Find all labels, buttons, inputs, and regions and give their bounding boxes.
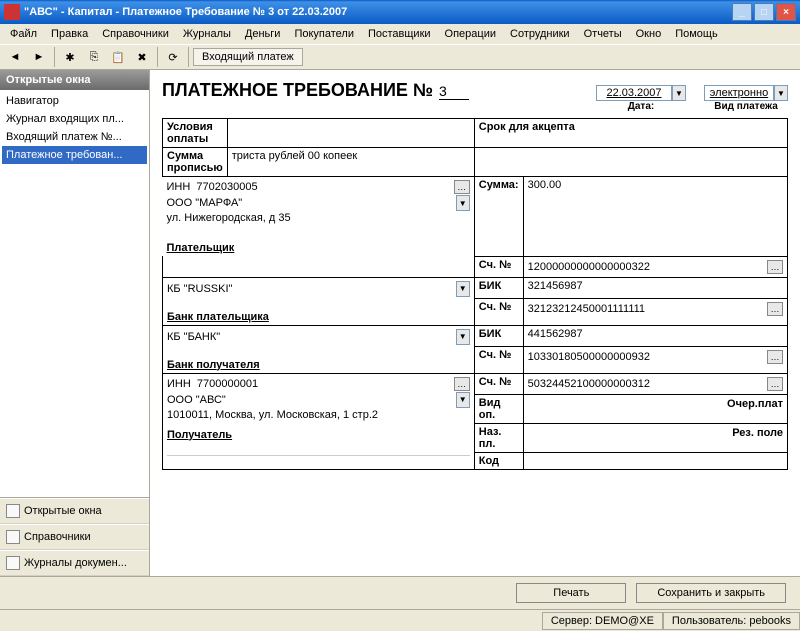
sumwords-label: Сумма прописью [163,148,228,177]
payer-addr: ул. Нижегородская, д 35 [167,212,470,224]
nav-refs[interactable]: Справочники [0,524,149,550]
date-input[interactable]: 22.03.2007 [596,85,672,101]
payer-name: ООО "МАРФА" [167,197,243,209]
payer-bank-acc-lookup[interactable]: … [767,302,783,316]
doc-title: ПЛАТЕЖНОЕ ТРЕБОВАНИЕ № [162,80,433,101]
tb-fwd[interactable]: ► [28,46,50,68]
recv-bank: КБ "БАНК" [167,331,220,343]
cond-value[interactable] [227,119,474,148]
open-windows-list: Навигатор Журнал входящих пл... Входящий… [0,90,149,497]
cond-label: Условия оплаты [163,119,228,148]
menu-operations[interactable]: Операции [439,26,502,42]
date-label: Дата: [596,101,686,112]
recv-addr: 1010011, Москва, ул. Московская, 1 стр.2 [167,409,470,421]
recv-bank-dropdown[interactable]: ▼ [456,329,470,345]
recv-dropdown[interactable]: ▼ [456,392,470,408]
tb-copy[interactable]: ⎘ [83,46,105,68]
nav-open-windows[interactable]: Открытые окна [0,498,149,524]
recv-lookup[interactable]: … [454,377,470,391]
paytype-dropdown[interactable]: ▼ [774,85,788,101]
menu-refs[interactable]: Справочники [96,26,175,42]
recv-section: Получатель [167,429,470,441]
purpose-input[interactable] [167,443,470,456]
payer-dropdown[interactable]: ▼ [456,195,470,211]
recv-bik: 441562987 [528,328,583,340]
payer-bank-acc: 32123212450001111111 [528,303,645,315]
recv-inn: 7700000001 [197,378,258,390]
menu-reports[interactable]: Отчеты [578,26,628,42]
menu-file[interactable]: Файл [4,26,43,42]
titlebar: "АВС" - Капитал - Платежное Требование №… [0,0,800,24]
recv-bank-section: Банк получателя [167,359,470,371]
recv-bank-acc: 10330180500000000932 [528,351,650,363]
payer-bank: КБ "RUSSKI" [167,283,232,295]
close-button[interactable]: × [776,3,796,21]
recv-name: ООО "АВС" [167,394,226,406]
tb-refresh[interactable]: ⟳ [162,46,184,68]
toolbar: ◄ ► ✱ ⎘ 📋 ✖ ⟳ Входящий платеж [0,44,800,70]
sidebar-item-journal[interactable]: Журнал входящих пл... [2,110,147,128]
recv-bank-acc-lookup[interactable]: … [767,350,783,364]
accept-label: Срок для акцепта [479,121,575,133]
payer-bik: 321456987 [528,280,583,292]
status-user: Пользователь: pebooks [663,612,800,630]
breadcrumb[interactable]: Входящий платеж [193,48,303,66]
paytype-combo[interactable]: электронно [704,85,774,101]
menubar: Файл Правка Справочники Журналы Деньги П… [0,24,800,44]
payer-acc-lookup[interactable]: … [767,260,783,274]
sum-value: 300.00 [528,179,562,191]
sidebar-item-navigator[interactable]: Навигатор [2,92,147,110]
journal-icon [6,556,20,570]
button-row: Печать Сохранить и закрыть [0,576,800,609]
payment-form: Условия оплаты Срок для акцепта Сумма пр… [162,118,788,470]
payer-bank-dropdown[interactable]: ▼ [456,281,470,297]
menu-help[interactable]: Помощь [669,26,724,42]
sidebar-item-incoming[interactable]: Входящий платеж №... [2,128,147,146]
menu-suppliers[interactable]: Поставщики [362,26,437,42]
recv-acc: 50324452100000000312 [528,378,650,390]
print-button[interactable]: Печать [516,583,626,603]
menu-employees[interactable]: Сотрудники [504,26,576,42]
sidebar-nav: Открытые окна Справочники Журналы докуме… [0,497,149,576]
menu-edit[interactable]: Правка [45,26,94,42]
tb-paste[interactable]: 📋 [107,46,129,68]
doc-number-input[interactable] [439,83,469,100]
recv-acc-lookup[interactable]: … [767,377,783,391]
maximize-button[interactable]: □ [754,3,774,21]
book-icon [6,530,20,544]
content-area: ПЛАТЕЖНОЕ ТРЕБОВАНИЕ № 22.03.2007▼ Дата:… [150,70,800,576]
save-close-button[interactable]: Сохранить и закрыть [636,583,786,603]
status-server: Сервер: DEMO@XE [542,612,663,630]
payer-acc: 12000000000000000322 [528,261,650,273]
sumwords-value: триста рублей 00 копеек [227,148,474,177]
sidebar-header: Открытые окна [0,70,149,90]
payer-section: Плательщик [167,242,470,254]
window-title: "АВС" - Капитал - Платежное Требование №… [24,6,730,18]
minimize-button[interactable]: _ [732,3,752,21]
paytype-label: Вид платежа [704,101,788,112]
statusbar: Сервер: DEMO@XE Пользователь: pebooks [0,609,800,631]
nav-journals[interactable]: Журналы докумен... [0,550,149,576]
app-icon [4,4,20,20]
date-dropdown[interactable]: ▼ [672,85,686,101]
payer-lookup[interactable]: … [454,180,470,194]
windows-icon [6,504,20,518]
menu-journals[interactable]: Журналы [177,26,237,42]
tb-back[interactable]: ◄ [4,46,26,68]
menu-window[interactable]: Окно [630,26,668,42]
payer-bank-section: Банк плательщика [167,311,470,323]
sidebar: Открытые окна Навигатор Журнал входящих … [0,70,150,576]
menu-customers[interactable]: Покупатели [288,26,360,42]
tb-new[interactable]: ✱ [59,46,81,68]
payer-inn: 7702030005 [196,181,257,193]
tb-cancel[interactable]: ✖ [131,46,153,68]
menu-money[interactable]: Деньги [239,26,287,42]
sidebar-item-request[interactable]: Платежное требован... [2,146,147,164]
